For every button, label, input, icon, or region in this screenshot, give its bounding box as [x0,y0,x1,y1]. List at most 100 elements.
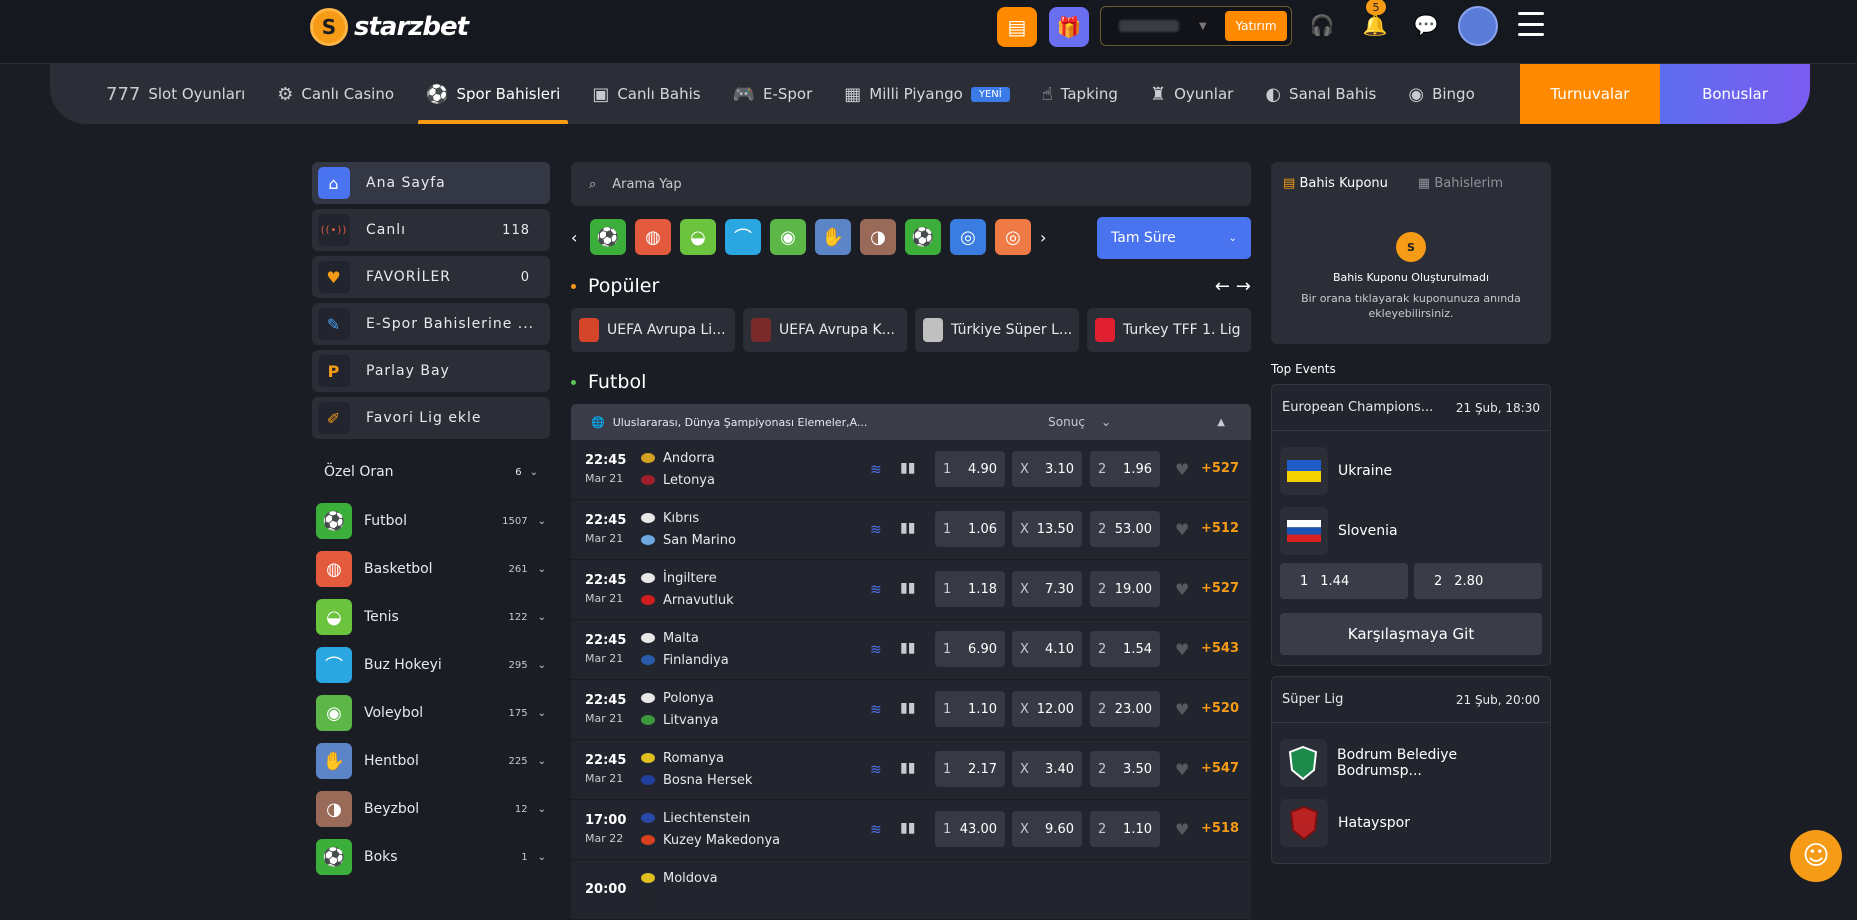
odd-1-button[interactable]: 1 1.06 [935,511,1005,547]
sidebar-favori-lig[interactable]: ✐ Favori Lig ekle [312,397,550,439]
sidebar-sport-item[interactable]: ◒ Tenis 122 ⌄ [312,593,550,641]
tab-bahis-kuponu[interactable]: ▤ Bahis Kuponu [1283,176,1388,191]
nav-sanal-bahis[interactable]: ◐ Sanal Bahis [1249,64,1392,124]
more-markets-count[interactable]: +543 [1201,641,1239,656]
odd-x-button[interactable]: X 9.60 [1012,811,1082,847]
stream-icon[interactable]: ≋ [870,582,882,598]
more-markets-count[interactable]: +527 [1201,581,1239,596]
sidebar-parlay-bay[interactable]: P Parlay Bay [312,350,550,392]
arrow-right-icon[interactable]: → [1236,276,1251,297]
more-markets-count[interactable]: +518 [1201,821,1239,836]
sidebar-sport-item[interactable]: ⚽ Futbol 1507 ⌄ [312,497,550,545]
sport-tile-icon[interactable]: ⚽ [590,219,626,255]
nav-oyunlar[interactable]: ♜ Oyunlar [1134,64,1249,124]
nav-canli-casino[interactable]: ⚙ Canlı Casino [261,64,410,124]
sidebar-canli[interactable]: ((•)) Canlı 118 [312,209,550,251]
nav-bingo[interactable]: ◉ Bingo [1392,64,1490,124]
stream-icon[interactable]: ≋ [870,702,882,718]
stats-bar-icon[interactable]: ▮▮ [900,700,915,716]
ticket-button[interactable]: ▤ [997,7,1037,47]
heart-icon[interactable]: ♥ [1175,520,1189,539]
odd-2-button[interactable]: 2 1.96 [1090,451,1160,487]
sidebar-sport-item[interactable]: ◑ Beyzbol 12 ⌄ [312,785,550,833]
stream-icon[interactable]: ≋ [870,522,882,538]
league-table-header[interactable]: 🌐 Uluslararası, Dünya Şampiyonası Elemel… [571,404,1251,440]
nav-milli-piyango[interactable]: ▦ Milli Piyango YENİ [828,64,1025,124]
sport-tile-icon[interactable]: ⚽ [905,219,941,255]
odd-2-button[interactable]: 2 3.50 [1090,751,1160,787]
sidebar-e-spor[interactable]: ✎ E-Spor Bahislerine ... [312,303,550,345]
balance-box[interactable]: ▼ Yatırım [1100,6,1292,46]
match-row[interactable]: 22:45 Mar 21 Kıbrıs San Marino ≋ ▮▮ 1 1.06 X1… [571,500,1251,560]
league-chip[interactable]: UEFA Avrupa K... [743,308,907,352]
stream-icon[interactable]: ≋ [870,642,882,658]
sport-tile-icon[interactable]: ⌒ [725,219,761,255]
brand-logo[interactable]: S starzbet [310,8,469,46]
gift-button[interactable]: 🎁 [1049,7,1089,47]
heart-icon[interactable]: ♥ [1175,460,1189,479]
sidebar-sport-item[interactable]: ⌒ Buz Hokeyi 295 ⌄ [312,641,550,689]
sidebar-sport-item[interactable]: ✋ Hentbol 225 ⌄ [312,737,550,785]
match-row[interactable]: 17:00 Mar 22 Liechtenstein Kuzey Makedonya… [571,800,1251,860]
heart-icon[interactable]: ♥ [1175,640,1189,659]
sport-tile-icon[interactable]: ◎ [995,219,1031,255]
chat-bubble-icon[interactable]: 💬 [1411,10,1441,40]
nav-tapking[interactable]: ☝ Tapking [1026,64,1134,124]
sidebar-sport-item[interactable]: ◍ Basketbol 261 ⌄ [312,545,550,593]
odd-2-button[interactable]: 2 23.00 [1090,691,1160,727]
sidebar-favoriler[interactable]: ♥ FAVORİLER 0 [312,256,550,298]
odd-2-button[interactable]: 2 53.00 [1090,511,1160,547]
stats-bar-icon[interactable]: ▮▮ [900,460,915,476]
deposit-button[interactable]: Yatırım [1225,11,1287,41]
match-row[interactable]: 22:45 Mar 21 Andorra Letonya ≋ ▮▮ 1 4.90 X 3.1… [571,440,1251,500]
sport-tile-icon[interactable]: ◎ [950,219,986,255]
more-markets-count[interactable]: +527 [1201,461,1239,476]
odd-1-button[interactable]: 1 1.10 [935,691,1005,727]
ozel-oran-row[interactable]: Özel Oran 6 ⌄ [312,447,550,497]
sidebar-sport-item[interactable]: ⚽ Boks 1 ⌄ [312,833,550,881]
stats-bar-icon[interactable]: ▮▮ [900,580,915,596]
support-headset-icon[interactable]: 🎧 [1307,10,1337,40]
user-avatar[interactable] [1458,6,1498,46]
heart-icon[interactable]: ♥ [1175,580,1189,599]
odd-x-button[interactable]: X 3.10 [1012,451,1082,487]
sport-tile-icon[interactable]: ◉ [770,219,806,255]
nav-slot-oyunlari[interactable]: 777 Slot Oyunları [90,64,261,124]
odd-home-button[interactable]: 1 1.44 [1280,563,1408,599]
stats-bar-icon[interactable]: ▮▮ [900,520,915,536]
odd-2-button[interactable]: 2 19.00 [1090,571,1160,607]
stream-icon[interactable]: ≋ [870,822,882,838]
match-row[interactable]: 20:00 Moldova [571,860,1251,920]
sport-tile-icon[interactable]: ◍ [635,219,671,255]
nav-canli-bahis[interactable]: ▣ Canlı Bahis [576,64,716,124]
match-row[interactable]: 22:45 Mar 21 Romanya Bosna Hersek ≋ ▮▮ 1 2.17… [571,740,1251,800]
arrow-left-icon[interactable]: ← [1215,276,1230,297]
live-chat-button[interactable]: ☺ [1790,830,1842,882]
odd-x-button[interactable]: X 12.00 [1012,691,1082,727]
search-input[interactable]: ⌕ Arama Yap [571,162,1251,206]
stream-icon[interactable]: ≋ [870,462,882,478]
heart-icon[interactable]: ♥ [1175,760,1189,779]
collapse-arrow-icon[interactable]: ▲ [1217,417,1225,428]
odd-1-button[interactable]: 1 6.90 [935,631,1005,667]
odd-2-button[interactable]: 2 1.54 [1090,631,1160,667]
odd-1-button[interactable]: 1 2.17 [935,751,1005,787]
result-selector[interactable]: Sonuç ⌄ [1048,415,1111,429]
nav-spor-bahisleri[interactable]: ⚽ Spor Bahisleri [410,64,576,124]
odd-away-button[interactable]: 2 2.80 [1414,563,1542,599]
match-row[interactable]: 22:45 Mar 21 Malta Finlandiya ≋ ▮▮ 1 6.90 X 4.… [571,620,1251,680]
odd-2-button[interactable]: 2 1.10 [1090,811,1160,847]
nav-e-spor[interactable]: 🎮 E-Spor [717,64,829,124]
tab-bahislerim[interactable]: ▦ Bahislerim [1418,176,1503,191]
more-markets-count[interactable]: +512 [1201,521,1239,536]
stats-bar-icon[interactable]: ▮▮ [900,820,915,836]
league-chip[interactable]: Türkiye Süper L... [915,308,1079,352]
stats-bar-icon[interactable]: ▮▮ [900,760,915,776]
odd-x-button[interactable]: X 7.30 [1012,571,1082,607]
sidebar-sport-item[interactable]: ◉ Voleybol 175 ⌄ [312,689,550,737]
heart-icon[interactable]: ♥ [1175,700,1189,719]
menu-hamburger-icon[interactable] [1518,12,1544,36]
odd-x-button[interactable]: X 3.40 [1012,751,1082,787]
stream-icon[interactable]: ≋ [870,762,882,778]
sport-tile-icon[interactable]: ◒ [680,219,716,255]
